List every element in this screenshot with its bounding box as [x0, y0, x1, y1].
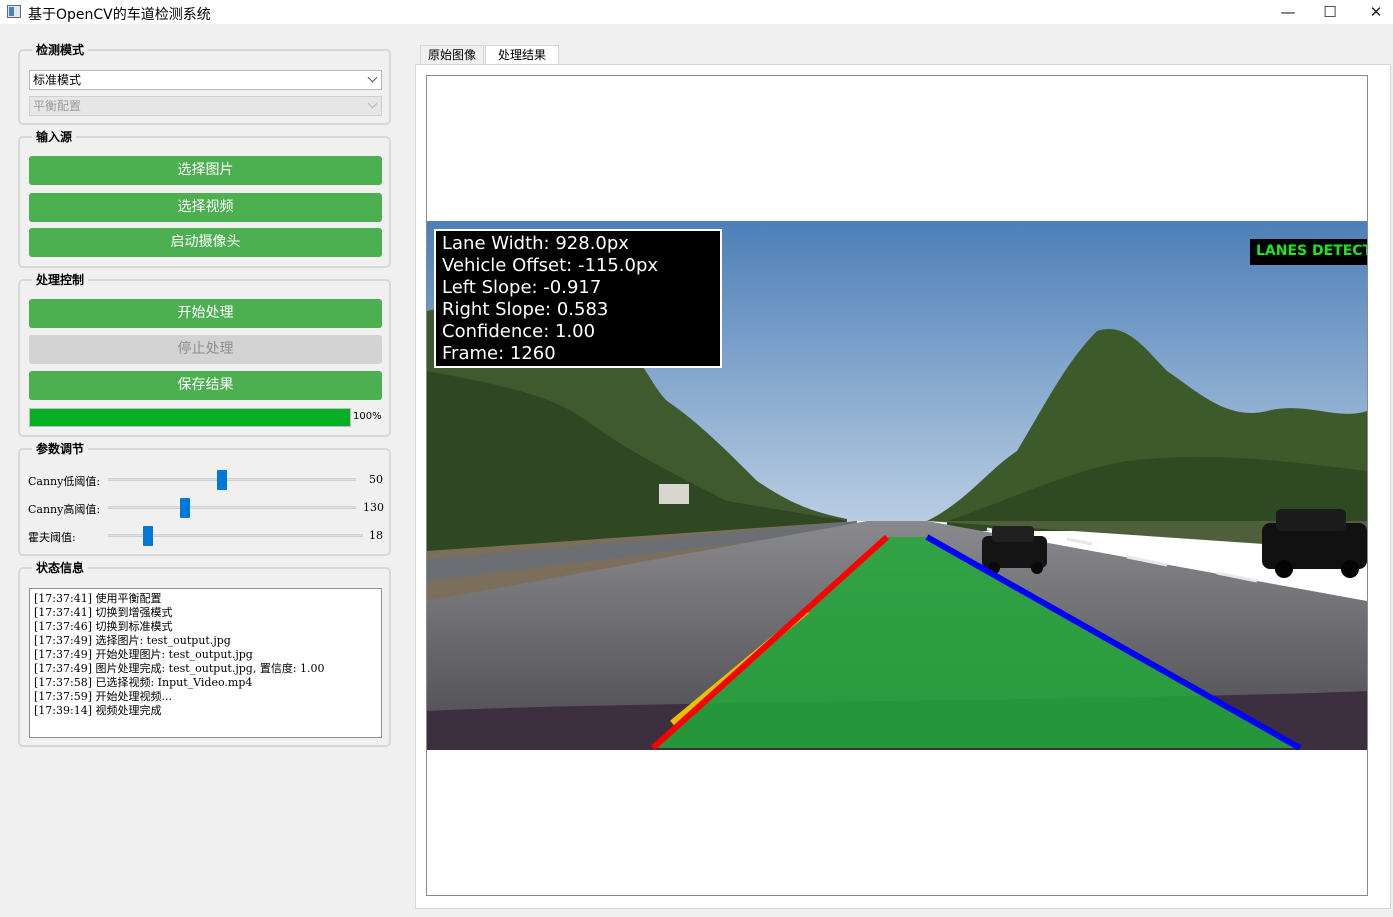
start-camera-button[interactable]: 启动摄像头	[29, 228, 382, 257]
mode-select[interactable]: 标准模式	[29, 70, 382, 90]
result-image	[427, 221, 1367, 750]
progress-bar	[29, 408, 351, 427]
tab-original-image[interactable]: 原始图像	[420, 45, 484, 65]
progress-label: 100%	[353, 411, 382, 422]
canny-low-slider-handle[interactable]	[217, 470, 227, 490]
save-result-button[interactable]: 保存结果	[29, 371, 382, 400]
log-line: [17:37:49] 图片处理完成: test_output.jpg, 置信度:…	[34, 662, 325, 675]
canny-low-track[interactable]	[108, 478, 356, 481]
group-title: 状态信息	[32, 559, 89, 576]
chevron-down-icon	[367, 72, 378, 83]
canny-high-slider-handle[interactable]	[180, 498, 190, 518]
window-title: 基于OpenCV的车道检测系统	[28, 7, 211, 23]
config-select-value: 平衡配置	[33, 99, 82, 113]
log-line: [17:37:58] 已选择视频: Input_Video.mp4	[34, 676, 253, 689]
group-title: 输入源	[32, 128, 77, 145]
log-line: [17:39:14] 视频处理完成	[34, 704, 162, 717]
select-video-button[interactable]: 选择视频	[29, 193, 382, 222]
hough-value: 18	[369, 529, 383, 542]
canny-low-label: Canny低阈值:	[28, 475, 101, 488]
app-icon	[7, 5, 21, 18]
parameters-group: 参数调节 Canny低阈值: 50 Canny高阈值: 130 霍夫阈值: 18	[18, 440, 391, 556]
input-source-group: 输入源 选择图片 选择视频 启动摄像头	[18, 128, 391, 268]
log-line: [17:37:59] 开始处理视频...	[34, 690, 172, 703]
maximize-icon[interactable]: ☐	[1307, 0, 1353, 24]
result-view: Lane Width: 928.0px Vehicle Offset: -115…	[426, 75, 1368, 896]
billboard	[659, 484, 689, 504]
select-image-button[interactable]: 选择图片	[29, 156, 382, 185]
detection-mode-group: 检测模式 标准模式 平衡配置	[18, 41, 391, 125]
group-title: 参数调节	[32, 440, 89, 457]
canny-high-label: Canny高阈值:	[28, 503, 101, 516]
hough-slider-handle[interactable]	[143, 526, 153, 546]
canny-low-value: 50	[369, 473, 383, 486]
log-line: [17:37:46] 切换到标准模式	[34, 620, 173, 633]
log-line: [17:37:41] 使用平衡配置	[34, 592, 162, 605]
mode-select-value: 标准模式	[33, 73, 82, 87]
log-line: [17:37:49] 开始处理图片: test_output.jpg	[34, 648, 253, 661]
title-bar: 基于OpenCV的车道检测系统 — ☐ ✕	[0, 0, 1393, 24]
log-line: [17:37:41] 切换到增强模式	[34, 606, 173, 619]
minimize-icon[interactable]: —	[1265, 0, 1311, 24]
canny-high-track[interactable]	[108, 506, 356, 509]
chevron-down-icon	[367, 98, 378, 109]
stop-processing-button: 停止处理	[29, 335, 382, 364]
close-icon[interactable]: ✕	[1353, 0, 1393, 24]
hough-label: 霍夫阈值:	[28, 531, 76, 544]
tab-processed-result[interactable]: 处理结果	[485, 45, 559, 66]
start-processing-button[interactable]: 开始处理	[29, 299, 382, 328]
processing-control-group: 处理控制 开始处理 停止处理 保存结果 100%	[18, 271, 391, 437]
group-title: 处理控制	[32, 271, 89, 288]
log-line: [17:37:49] 选择图片: test_output.jpg	[34, 634, 231, 647]
group-title: 检测模式	[32, 41, 89, 58]
status-log[interactable]: [17:37:41] 使用平衡配置 [17:37:41] 切换到增强模式 [17…	[29, 588, 382, 738]
status-group: 状态信息 [17:37:41] 使用平衡配置 [17:37:41] 切换到增强模…	[18, 559, 391, 747]
canny-high-value: 130	[363, 501, 384, 514]
progress-fill	[30, 409, 350, 426]
config-select: 平衡配置	[29, 96, 382, 116]
